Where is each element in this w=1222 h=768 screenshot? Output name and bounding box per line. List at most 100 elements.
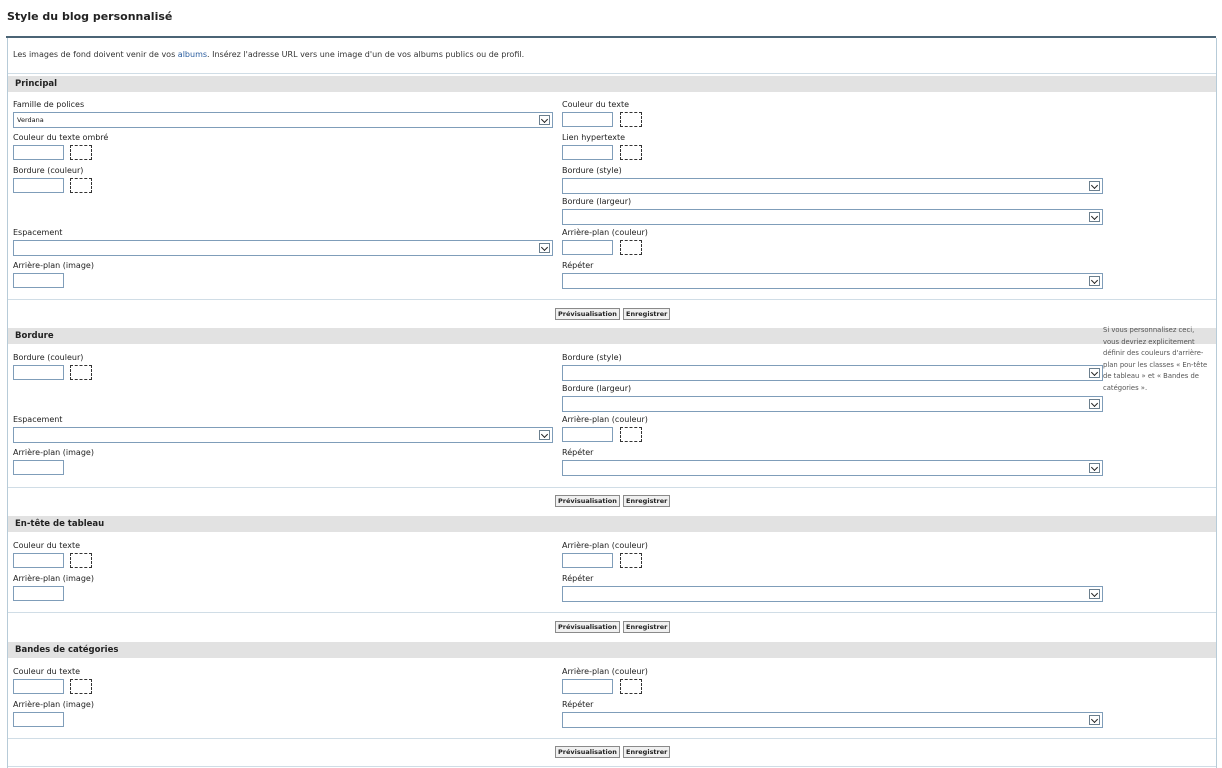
entete-bg-color-label: Arrière-plan (couleur): [562, 541, 648, 550]
bordure-border-width-label: Bordure (largeur): [562, 384, 632, 393]
section-entete-title: En-tête de tableau: [15, 519, 105, 529]
bordure-buttons-divider: [8, 487, 1216, 488]
custom-blog-style-page: Style du blog personnalisé Les images de…: [0, 0, 1222, 768]
section-bordure-title: Bordure: [15, 331, 54, 341]
bordure-save-button[interactable]: Enregistrer: [623, 495, 671, 507]
entete-bg-color-input[interactable]: [562, 553, 613, 568]
principal-bg-color-label: Arrière-plan (couleur): [562, 228, 648, 237]
bordure-border-color-label: Bordure (couleur): [13, 353, 84, 362]
settings-panel: Les images de fond doivent venir de vos …: [7, 38, 1217, 768]
bandes-repeat-select[interactable]: [562, 712, 1103, 728]
chevron-down-icon: [1089, 463, 1100, 473]
principal-repeat-select[interactable]: [562, 273, 1103, 289]
principal-border-color-input[interactable]: [13, 178, 64, 193]
entete-save-button[interactable]: Enregistrer: [623, 621, 671, 633]
bordure-spacing-label: Espacement: [13, 415, 63, 424]
bordure-repeat-label: Répéter: [562, 448, 594, 457]
principal-shadow-color-swatch[interactable]: [70, 145, 92, 160]
principal-border-style-label: Bordure (style): [562, 166, 622, 175]
principal-save-button[interactable]: Enregistrer: [623, 308, 671, 320]
principal-bg-image-input[interactable]: [13, 273, 64, 288]
bordure-border-color-input[interactable]: [13, 365, 64, 380]
bordure-spacing-select[interactable]: [13, 427, 553, 443]
chevron-down-icon: [539, 430, 550, 440]
chevron-down-icon: [1089, 212, 1100, 222]
entete-text-color-swatch[interactable]: [70, 553, 92, 568]
bordure-border-style-select[interactable]: [562, 365, 1103, 381]
principal-repeat-label: Répéter: [562, 261, 594, 270]
principal-text-color-input[interactable]: [562, 112, 613, 127]
principal-border-color-swatch[interactable]: [70, 178, 92, 193]
section-principal-header: Principal: [8, 76, 1216, 92]
section-entete-header: En-tête de tableau: [8, 516, 1216, 532]
section-bandes-header: Bandes de catégories: [8, 642, 1216, 658]
albums-link[interactable]: albums: [178, 50, 207, 59]
bordure-bg-color-input[interactable]: [562, 427, 613, 442]
bordure-help-note: Si vous personnalisez ceci, vous devriez…: [1103, 326, 1208, 392]
bandes-buttons-divider: [8, 738, 1216, 739]
principal-text-color-label: Couleur du texte: [562, 100, 629, 109]
principal-link-color-input[interactable]: [562, 145, 613, 160]
principal-bg-color-swatch[interactable]: [620, 240, 642, 255]
chevron-down-icon: [539, 243, 550, 253]
bordure-repeat-select[interactable]: [562, 460, 1103, 476]
principal-bg-image-label: Arrière-plan (image): [13, 261, 94, 270]
chevron-down-icon: [1089, 589, 1100, 599]
principal-border-color-label: Bordure (couleur): [13, 166, 84, 175]
section-bordure-header: Bordure: [8, 328, 1216, 344]
chevron-down-icon: [539, 115, 550, 125]
principal-border-style-select[interactable]: [562, 178, 1103, 194]
entete-bg-color-swatch[interactable]: [620, 553, 642, 568]
principal-bg-color-input[interactable]: [562, 240, 613, 255]
bordure-bg-color-swatch[interactable]: [620, 427, 642, 442]
principal-border-width-select[interactable]: [562, 209, 1103, 225]
entete-text-color-label: Couleur du texte: [13, 541, 80, 550]
bandes-save-button[interactable]: Enregistrer: [623, 746, 671, 758]
intro-text-after: . Insérez l'adresse URL vers une image d…: [207, 50, 525, 59]
entete-text-color-input[interactable]: [13, 553, 64, 568]
principal-font-family-select[interactable]: Verdana: [13, 112, 553, 128]
principal-font-family-value: Verdana: [17, 116, 44, 124]
principal-border-width-label: Bordure (largeur): [562, 197, 632, 206]
bandes-bg-image-input[interactable]: [13, 712, 64, 727]
chevron-down-icon: [1089, 368, 1100, 378]
bandes-bg-color-label: Arrière-plan (couleur): [562, 667, 648, 676]
entete-bg-image-label: Arrière-plan (image): [13, 574, 94, 583]
page-title: Style du blog personnalisé: [7, 10, 173, 23]
entete-preview-button[interactable]: Prévisualisation: [555, 621, 620, 633]
bandes-preview-button[interactable]: Prévisualisation: [555, 746, 620, 758]
intro-text: Les images de fond doivent venir de vos …: [13, 50, 524, 59]
bordure-bg-image-input[interactable]: [13, 460, 64, 475]
bordure-bg-image-label: Arrière-plan (image): [13, 448, 94, 457]
principal-shadow-color-label: Couleur du texte ombré: [13, 133, 109, 142]
principal-spacing-select[interactable]: [13, 240, 553, 256]
bandes-repeat-label: Répéter: [562, 700, 594, 709]
chevron-down-icon: [1089, 181, 1100, 191]
bottom-divider: [8, 766, 1216, 767]
principal-link-color-label: Lien hypertexte: [562, 133, 626, 142]
entete-repeat-label: Répéter: [562, 574, 594, 583]
bandes-text-color-swatch[interactable]: [70, 679, 92, 694]
bordure-bg-color-label: Arrière-plan (couleur): [562, 415, 648, 424]
principal-spacing-label: Espacement: [13, 228, 63, 237]
bordure-preview-button[interactable]: Prévisualisation: [555, 495, 620, 507]
entete-repeat-select[interactable]: [562, 586, 1103, 602]
bordure-border-color-swatch[interactable]: [70, 365, 92, 380]
principal-link-color-swatch[interactable]: [620, 145, 642, 160]
bandes-bg-color-input[interactable]: [562, 679, 613, 694]
principal-preview-button[interactable]: Prévisualisation: [555, 308, 620, 320]
entete-buttons-divider: [8, 612, 1216, 613]
bandes-bg-color-swatch[interactable]: [620, 679, 642, 694]
bandes-bg-image-label: Arrière-plan (image): [13, 700, 94, 709]
chevron-down-icon: [1089, 715, 1100, 725]
bordure-border-style-label: Bordure (style): [562, 353, 622, 362]
section-bandes-title: Bandes de catégories: [15, 645, 119, 655]
principal-text-color-swatch[interactable]: [620, 112, 642, 127]
principal-shadow-color-input[interactable]: [13, 145, 64, 160]
chevron-down-icon: [1089, 276, 1100, 286]
bandes-text-color-input[interactable]: [13, 679, 64, 694]
entete-bg-image-input[interactable]: [13, 586, 64, 601]
intro-divider: [8, 73, 1216, 74]
bordure-border-width-select[interactable]: [562, 396, 1103, 412]
intro-text-before: Les images de fond doivent venir de vos: [13, 50, 178, 59]
